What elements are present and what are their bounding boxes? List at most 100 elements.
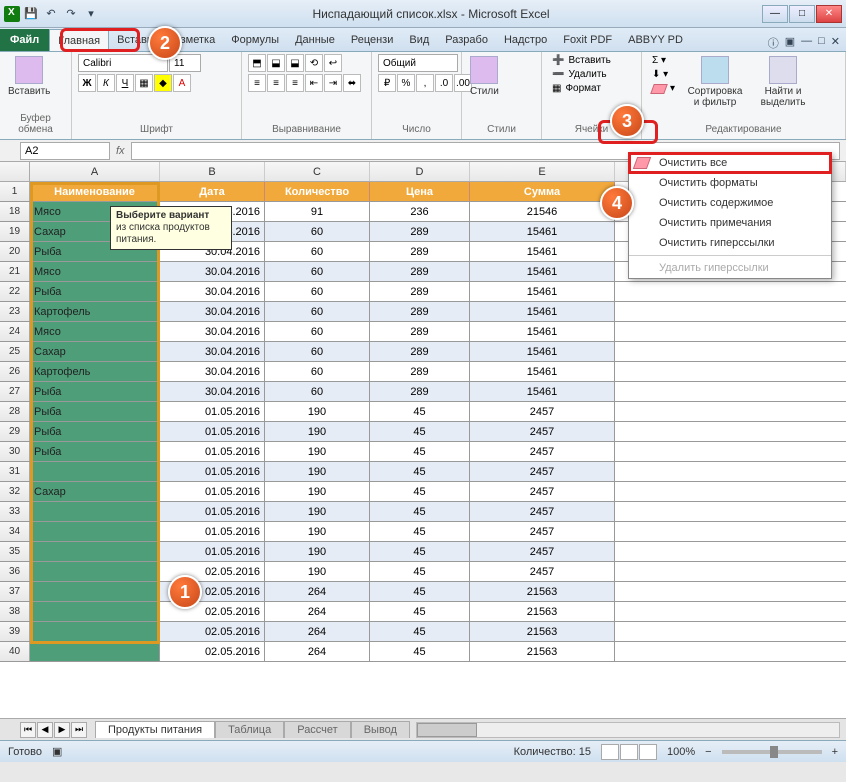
cell[interactable]: 01.05.2016 [160,542,265,561]
view-break-icon[interactable] [639,744,657,760]
clear-hyperlinks-item[interactable]: Очистить гиперссылки [629,233,831,253]
clear-contents-item[interactable]: Очистить содержимое [629,193,831,213]
hdr-price[interactable]: Цена [370,182,470,201]
cell[interactable]: 45 [370,402,470,421]
cell[interactable]: Рыба [30,402,160,421]
orientation-button[interactable]: ⟲ [305,54,323,72]
decrease-indent-button[interactable]: ⇤ [305,74,323,92]
cell[interactable]: 236 [370,202,470,221]
cell[interactable]: 45 [370,522,470,541]
qat-more-icon[interactable]: ▾ [82,5,100,23]
cell[interactable]: Картофель [30,302,160,321]
increase-decimal-button[interactable]: .0 [435,74,453,92]
row-header[interactable]: 34 [0,522,30,541]
cell[interactable] [30,462,160,481]
row-header-1[interactable]: 1 [0,182,30,201]
cell[interactable]: Мясо [30,322,160,341]
hdr-sum[interactable]: Сумма [470,182,615,201]
cell[interactable]: 01.05.2016 [160,482,265,501]
cell[interactable]: 2457 [470,502,615,521]
minimize-button[interactable]: — [762,5,788,23]
cell[interactable]: 15461 [470,262,615,281]
table-row[interactable]: 27Рыба30.04.20166028915461 [0,382,846,402]
row-header[interactable]: 20 [0,242,30,261]
cell[interactable]: 2457 [470,422,615,441]
align-right-button[interactable]: ≡ [286,74,304,92]
cells-delete-button[interactable]: ➖Удалить [548,68,615,81]
table-row[interactable]: 3902.05.20162644521563 [0,622,846,642]
cell[interactable]: 45 [370,602,470,621]
sheet-prev-icon[interactable]: ◀ [37,722,53,738]
cell[interactable]: Картофель [30,362,160,381]
cell[interactable]: Сахар [30,342,160,361]
cell[interactable]: 289 [370,302,470,321]
sheet-last-icon[interactable]: ⏭ [71,722,87,738]
cell[interactable]: 21563 [470,642,615,661]
cell[interactable]: Рыба [30,422,160,441]
cell[interactable]: 15461 [470,322,615,341]
bold-button[interactable]: Ж [78,74,96,92]
currency-button[interactable]: ₽ [378,74,396,92]
cell[interactable]: 30.04.2016 [160,342,265,361]
cell[interactable]: 21546 [470,202,615,221]
sheet-first-icon[interactable]: ⏮ [20,722,36,738]
row-header[interactable]: 28 [0,402,30,421]
cell[interactable] [30,642,160,661]
cell[interactable]: 60 [265,382,370,401]
row-header[interactable]: 30 [0,442,30,461]
table-row[interactable]: 3401.05.2016190452457 [0,522,846,542]
row-header[interactable]: 27 [0,382,30,401]
cell[interactable]: 02.05.2016 [160,642,265,661]
cell[interactable]: 30.04.2016 [160,262,265,281]
row-header[interactable]: 40 [0,642,30,661]
cell[interactable]: 30.04.2016 [160,282,265,301]
cell[interactable]: 01.05.2016 [160,522,265,541]
doc-minimize-icon[interactable]: — [801,35,812,51]
table-row[interactable]: 24Мясо30.04.20166028915461 [0,322,846,342]
cell[interactable]: 45 [370,642,470,661]
cell[interactable]: 45 [370,422,470,441]
view-layout-icon[interactable] [620,744,638,760]
table-row[interactable]: 3802.05.20162644521563 [0,602,846,622]
cell[interactable]: 289 [370,262,470,281]
cell[interactable]: 190 [265,462,370,481]
merge-button[interactable]: ⬌ [343,74,361,92]
doc-restore-icon[interactable]: □ [818,35,825,51]
cell[interactable] [30,602,160,621]
clear-formats-item[interactable]: Очистить форматы [629,173,831,193]
row-header[interactable]: 24 [0,322,30,341]
clear-all-item[interactable]: Очистить все [629,153,831,173]
comma-button[interactable]: , [416,74,434,92]
cell[interactable]: 45 [370,442,470,461]
zoom-in-button[interactable]: + [832,746,838,758]
sheet-tab-2[interactable]: Рассчет [284,721,351,738]
cell[interactable]: 289 [370,282,470,301]
cell[interactable] [30,582,160,601]
cell[interactable]: 30.04.2016 [160,302,265,321]
zoom-slider[interactable] [722,750,822,754]
cell[interactable]: 190 [265,502,370,521]
border-button[interactable]: ▦ [135,74,153,92]
scroll-thumb[interactable] [417,723,477,737]
cell[interactable]: 21563 [470,582,615,601]
table-row[interactable]: 3501.05.2016190452457 [0,542,846,562]
cell[interactable]: 2457 [470,482,615,501]
col-header-E[interactable]: E [470,162,615,181]
cell[interactable]: 01.05.2016 [160,442,265,461]
row-header[interactable]: 19 [0,222,30,241]
help-icon[interactable]: ⓘ [768,35,779,51]
tab-abbyy[interactable]: ABBYY PD [620,29,691,51]
fill-color-button[interactable]: ◆ [154,74,172,92]
col-header-C[interactable]: C [265,162,370,181]
table-row[interactable]: 32Сахар01.05.2016190452457 [0,482,846,502]
cell[interactable]: 289 [370,382,470,401]
row-header[interactable]: 32 [0,482,30,501]
cell[interactable]: 2457 [470,402,615,421]
row-header[interactable]: 23 [0,302,30,321]
hdr-name[interactable]: Наименование [30,182,160,201]
cell[interactable]: 15461 [470,282,615,301]
cell[interactable]: 60 [265,322,370,341]
row-header[interactable]: 25 [0,342,30,361]
row-header[interactable]: 36 [0,562,30,581]
cell[interactable]: 2457 [470,562,615,581]
